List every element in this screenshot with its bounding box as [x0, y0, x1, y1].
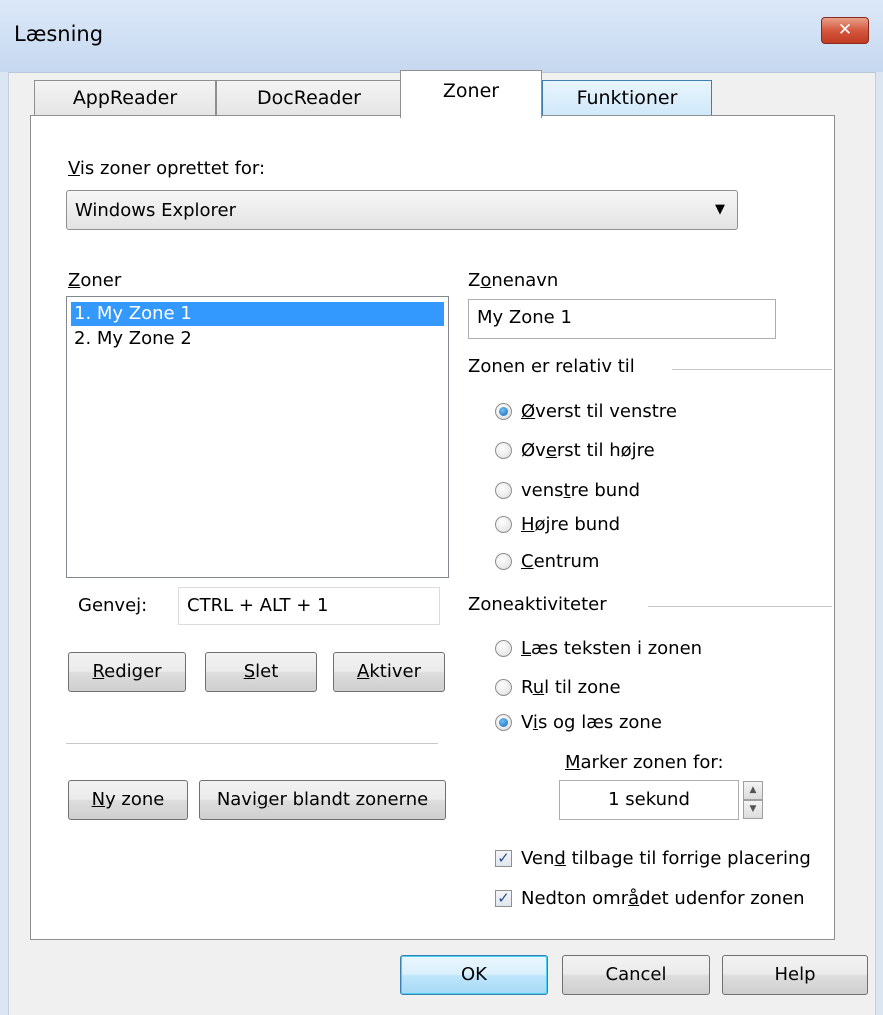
- navigate-zones-button[interactable]: Naviger blandt zonerne: [199, 780, 446, 820]
- cancel-button[interactable]: Cancel: [562, 955, 710, 995]
- spin-down-icon[interactable]: ▼: [743, 800, 763, 819]
- zones-listbox[interactable]: 1. My Zone 1 2. My Zone 2: [66, 296, 449, 578]
- activate-button[interactable]: Aktiver: [333, 652, 445, 692]
- chevron-down-icon: ▼: [715, 202, 725, 217]
- checkmark-icon: ✓: [495, 850, 512, 867]
- new-zone-button[interactable]: Ny zone: [68, 780, 188, 820]
- activities-heading: Zoneaktiviteter: [468, 594, 607, 615]
- relative-heading: Zonen er relativ til: [468, 356, 635, 377]
- zone-name-label: Zonenavn: [468, 270, 559, 291]
- delete-button[interactable]: Slet: [205, 652, 317, 692]
- radio-dot-icon: [495, 714, 512, 731]
- checkmark-icon: ✓: [495, 890, 512, 907]
- radio-icon: [495, 553, 512, 570]
- list-item[interactable]: 2. My Zone 2: [71, 327, 444, 351]
- help-button[interactable]: Help: [722, 955, 868, 995]
- ok-button[interactable]: OK: [400, 955, 548, 995]
- highlight-label: Marker zonen for:: [565, 752, 724, 773]
- highlight-duration-field[interactable]: 1 sekund: [559, 780, 739, 820]
- edit-button[interactable]: Rediger: [68, 652, 186, 692]
- shortcut-label: Genvej:: [78, 595, 148, 616]
- radio-icon: [495, 516, 512, 533]
- radio-icon: [495, 442, 512, 459]
- activities-heading-line: [648, 606, 832, 607]
- radio-icon: [495, 640, 512, 657]
- show-zones-dropdown[interactable]: Windows Explorer ▼: [66, 190, 738, 230]
- relative-heading-line: [672, 369, 832, 370]
- left-separator: [66, 743, 438, 744]
- panel-content: Vis zoner oprettet for: Windows Explorer…: [0, 0, 883, 1015]
- shortcut-field[interactable]: CTRL + ALT + 1: [178, 587, 440, 625]
- radio-icon: [495, 482, 512, 499]
- spin-up-icon[interactable]: ▲: [743, 781, 763, 800]
- zone-name-field[interactable]: My Zone 1: [468, 299, 776, 339]
- radio-icon: [495, 679, 512, 696]
- show-zones-value: Windows Explorer: [75, 200, 237, 221]
- list-item[interactable]: 1. My Zone 1: [71, 302, 444, 326]
- radio-dot-icon: [495, 403, 512, 420]
- zones-label: Zoner: [68, 270, 122, 291]
- show-zones-label: Vis zoner oprettet for:: [68, 158, 266, 179]
